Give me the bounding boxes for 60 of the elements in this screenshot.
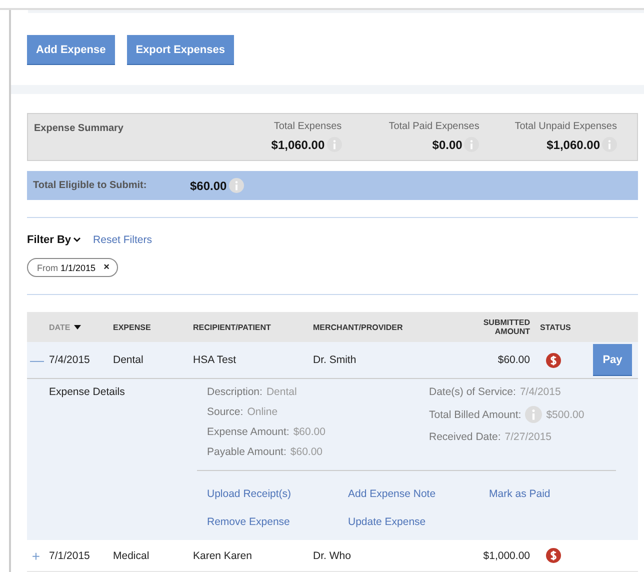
total-value: $0.00: [432, 138, 462, 152]
table-cell: 7/1/2015: [49, 550, 90, 562]
action-button[interactable]: Export Expenses: [126, 35, 234, 66]
info-icon[interactable]: [464, 137, 480, 152]
action-button[interactable]: Add Expense: [27, 35, 115, 66]
detail-value: 7/4/2015: [520, 386, 561, 398]
total-label: Total Paid Expenses: [388, 121, 480, 132]
table-cell-text: Medical: [112, 550, 150, 562]
table-cell-text: Karen Karen: [192, 550, 253, 562]
total-label: Total Unpaid Expenses: [514, 121, 617, 132]
info-icon[interactable]: [326, 137, 342, 152]
detail-link[interactable]: Mark as Paid: [489, 488, 550, 500]
detail-value: $500.00: [546, 408, 584, 420]
expand-toggle[interactable]: +: [30, 548, 42, 564]
detail-label: Total Billed Amount:: [429, 408, 522, 420]
expand-toggle[interactable]: —: [30, 352, 42, 368]
table-cell-text: Dental: [112, 354, 144, 366]
info-icon[interactable]: [228, 178, 244, 193]
chevron-down-icon[interactable]: [73, 237, 82, 243]
detail-field: Source: Online: [207, 406, 429, 418]
table-cell-text: Dr. Smith: [312, 354, 358, 366]
eligible-value: $60.00: [190, 178, 227, 192]
column-header: EXPENSE: [112, 322, 152, 332]
details-title: Expense Details: [49, 386, 126, 400]
reset-filters-link[interactable]: Reset Filters: [93, 234, 152, 246]
remove-chip-button[interactable]: ×: [104, 262, 110, 273]
total-value: $1,060.00: [271, 138, 325, 152]
detail-value: 7/27/2015: [504, 431, 552, 443]
info-icon[interactable]: [602, 137, 617, 152]
detail-field: Description: Dental: [207, 386, 429, 398]
column-header: RECIPIENT/PATIENT: [192, 322, 272, 332]
table-cell-text: $1,000.00: [482, 550, 530, 562]
total-value: $1,060.00: [546, 138, 600, 152]
column-header: MERCHANT/PROVIDER: [312, 322, 404, 332]
dollar-status-icon: [546, 548, 561, 563]
eligible-label: Total Eligible to Submit:: [33, 180, 148, 191]
chip-label: From 1/1/2015: [37, 262, 96, 272]
info-icon[interactable]: [525, 406, 542, 423]
filter-dropdown[interactable]: Filter By: [27, 234, 82, 246]
detail-link[interactable]: Update Expense: [348, 516, 426, 528]
detail-field: Expense Amount: $60.00: [207, 426, 429, 438]
detail-link[interactable]: Add Expense Note: [348, 488, 436, 500]
table-cell-text: $60.00: [496, 354, 530, 366]
total-label: Total Expenses: [274, 121, 342, 132]
detail-field: Payable Amount: $60.00: [207, 446, 429, 458]
dollar-status-icon: [546, 352, 561, 368]
detail-link[interactable]: Upload Receipt(s): [207, 488, 292, 500]
pay-button[interactable]: Pay: [593, 344, 632, 376]
detail-label: Date(s) of Service:: [429, 386, 516, 398]
column-header: STATUS: [539, 322, 572, 332]
column-header: SUBMITTED AMOUNT: [482, 318, 530, 336]
detail-link[interactable]: Remove Expense: [207, 516, 290, 528]
table-cell: 7/4/2015: [49, 354, 90, 366]
table-cell-text: HSA Test: [192, 354, 237, 366]
table-cell-text: Dr. Who: [312, 550, 352, 562]
table-row[interactable]: — 7/4/2015 Dental HSA Test Dr. Smith $60.00 Pay: [27, 342, 638, 379]
column-header[interactable]: DATE: [49, 322, 70, 332]
sort-icon[interactable]: [74, 324, 82, 330]
summary-title: Expense Summary: [34, 122, 124, 136]
detail-label: Received Date:: [429, 431, 501, 443]
